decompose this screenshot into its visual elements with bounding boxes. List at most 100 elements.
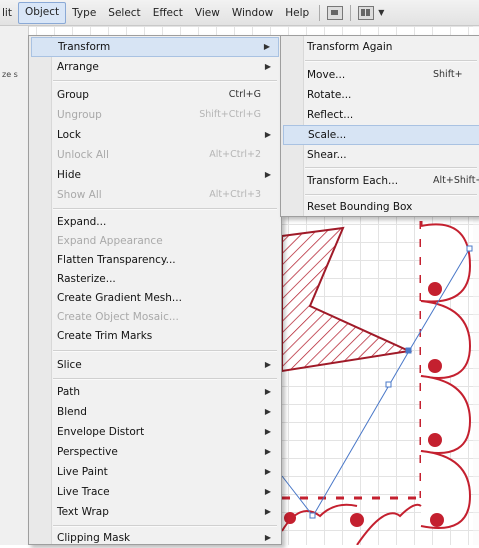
menu-help[interactable]: Help <box>279 3 315 23</box>
menu-object[interactable]: Object <box>17 1 67 24</box>
menu-item-label: Flatten Transparency... <box>57 254 176 266</box>
menu-item-create-object-mosaic[interactable]: Create Object Mosaic... <box>31 307 279 327</box>
menu-item-label: Lock <box>57 129 81 141</box>
menu-item-live-trace[interactable]: Live Trace ▶ <box>31 482 279 502</box>
menu-select[interactable]: Select <box>102 3 146 23</box>
menu-item-label: Unlock All <box>57 149 109 161</box>
submenu-arrow-icon: ▶ <box>263 42 270 51</box>
menu-item-blend[interactable]: Blend ▶ <box>31 402 279 422</box>
menu-separator <box>53 208 277 210</box>
menu-item-transform-again[interactable]: Transform Again <box>283 37 479 57</box>
menu-edit[interactable]: lit <box>0 3 18 23</box>
menu-separator <box>305 60 477 62</box>
menu-window[interactable]: Window <box>226 3 279 23</box>
menu-item-text-wrap[interactable]: Text Wrap ▶ <box>31 502 279 522</box>
menu-item-unlock-all[interactable]: Unlock All Alt+Ctrl+2 <box>31 145 279 165</box>
menu-item-shortcut: Alt+Ctrl+3 <box>209 189 261 200</box>
menu-item-label: Rasterize... <box>57 273 116 285</box>
menu-item-slice[interactable]: Slice ▶ <box>31 355 279 375</box>
menu-item-expand[interactable]: Expand... <box>31 212 279 232</box>
submenu-arrow-icon: ▶ <box>264 533 271 542</box>
menu-separator <box>53 80 277 82</box>
object-menu: Transform ▶ Arrange ▶ Group Ctrl+G Ungroup S… <box>28 35 282 545</box>
menu-item-perspective[interactable]: Perspective ▶ <box>31 442 279 462</box>
submenu-arrow-icon: ▶ <box>264 62 271 71</box>
menu-item-expand-appearance[interactable]: Expand Appearance <box>31 231 279 251</box>
menu-item-hide[interactable]: Hide ▶ <box>31 165 279 185</box>
submenu-arrow-icon: ▶ <box>264 467 271 476</box>
menu-item-reflect[interactable]: Reflect... <box>283 105 479 125</box>
menu-item-show-all[interactable]: Show All Alt+Ctrl+3 <box>31 185 279 205</box>
menu-item-label: Transform Again <box>307 41 393 53</box>
menu-separator <box>305 167 477 169</box>
menu-item-shortcut: Ctrl+G <box>228 89 261 100</box>
menu-item-rotate[interactable]: Rotate... <box>283 85 479 105</box>
menu-item-arrange[interactable]: Arrange ▶ <box>31 57 279 77</box>
menu-effect[interactable]: Effect <box>147 3 189 23</box>
submenu-arrow-icon: ▶ <box>264 407 271 416</box>
menu-item-shortcut: Alt+Shift+ <box>433 175 479 186</box>
menu-item-path[interactable]: Path ▶ <box>31 382 279 402</box>
menu-item-label: Reflect... <box>307 109 354 121</box>
menu-item-transform[interactable]: Transform ▶ <box>31 37 279 57</box>
menu-item-reset-bounding-box[interactable]: Reset Bounding Box <box>283 197 479 217</box>
menu-item-flatten-transparency[interactable]: Flatten Transparency... <box>31 250 279 270</box>
submenu-arrow-icon: ▶ <box>264 360 271 369</box>
panel-strip: ze s <box>0 26 29 545</box>
menu-bar: lit Object Type Select Effect View Windo… <box>0 0 479 26</box>
menu-type[interactable]: Type <box>66 3 102 23</box>
arrange-documents-icon[interactable] <box>358 5 375 20</box>
menu-item-label: Live Paint <box>57 466 108 478</box>
menu-item-label: Transform <box>58 41 111 53</box>
menu-item-label: Rotate... <box>307 89 352 101</box>
menu-item-label: Transform Each... <box>307 175 399 187</box>
menu-item-label: Reset Bounding Box <box>307 201 413 213</box>
menu-item-label: Shear... <box>307 149 347 161</box>
menu-item-move[interactable]: Move... Shift+ <box>283 65 479 85</box>
menu-item-label: Slice <box>57 359 82 371</box>
document-tab-label[interactable]: ze s <box>2 70 18 79</box>
menu-item-shear[interactable]: Shear... <box>283 145 479 165</box>
menu-item-label: Live Trace <box>57 486 110 498</box>
menu-item-shortcut: Shift+Ctrl+G <box>199 109 261 120</box>
submenu-arrow-icon: ▶ <box>264 487 271 496</box>
menu-item-label: Blend <box>57 406 87 418</box>
menu-item-transform-each[interactable]: Transform Each... Alt+Shift+ <box>283 171 479 191</box>
menu-item-shortcut: Alt+Ctrl+2 <box>209 149 261 160</box>
menu-item-envelope-distort[interactable]: Envelope Distort ▶ <box>31 422 279 442</box>
bridge-icon[interactable] <box>327 5 344 20</box>
submenu-arrow-icon: ▶ <box>264 387 271 396</box>
transform-submenu: Transform Again Move... Shift+ Rotate... … <box>280 35 479 217</box>
menu-item-label: Expand... <box>57 216 107 228</box>
menu-separator <box>53 525 277 527</box>
menu-item-label: Create Object Mosaic... <box>57 311 179 323</box>
menu-item-group[interactable]: Group Ctrl+G <box>31 85 279 105</box>
menu-item-rasterize[interactable]: Rasterize... <box>31 269 279 289</box>
menu-item-create-gradient-mesh[interactable]: Create Gradient Mesh... <box>31 288 279 308</box>
menu-item-label: Show All <box>57 189 102 201</box>
menu-item-ungroup[interactable]: Ungroup Shift+Ctrl+G <box>31 105 279 125</box>
menu-separator <box>53 350 277 352</box>
menu-item-label: Arrange <box>57 61 99 73</box>
menu-item-clipping-mask[interactable]: Clipping Mask ▶ <box>31 528 279 548</box>
menu-item-label: Move... <box>307 69 346 81</box>
menu-view[interactable]: View <box>189 3 226 23</box>
menu-item-label: Create Gradient Mesh... <box>57 292 182 304</box>
menu-item-label: Path <box>57 386 81 398</box>
menu-item-label: Scale... <box>308 129 347 141</box>
menu-item-label: Ungroup <box>57 109 102 121</box>
menu-item-create-trim-marks[interactable]: Create Trim Marks <box>31 326 279 346</box>
menu-item-label: Envelope Distort <box>57 426 145 438</box>
submenu-arrow-icon: ▶ <box>264 427 271 436</box>
menu-separator <box>305 194 477 196</box>
chevron-down-icon[interactable]: ▼ <box>378 8 384 17</box>
menu-item-label: Clipping Mask <box>57 532 131 544</box>
menu-item-shortcut: Shift+ <box>433 69 463 80</box>
menu-item-label: Expand Appearance <box>57 235 163 247</box>
menu-item-lock[interactable]: Lock ▶ <box>31 125 279 145</box>
menu-item-label: Group <box>57 89 89 101</box>
menu-item-scale[interactable]: Scale... <box>283 125 479 145</box>
menu-item-live-paint[interactable]: Live Paint ▶ <box>31 462 279 482</box>
submenu-arrow-icon: ▶ <box>264 130 271 139</box>
menu-item-label: Hide <box>57 169 81 181</box>
